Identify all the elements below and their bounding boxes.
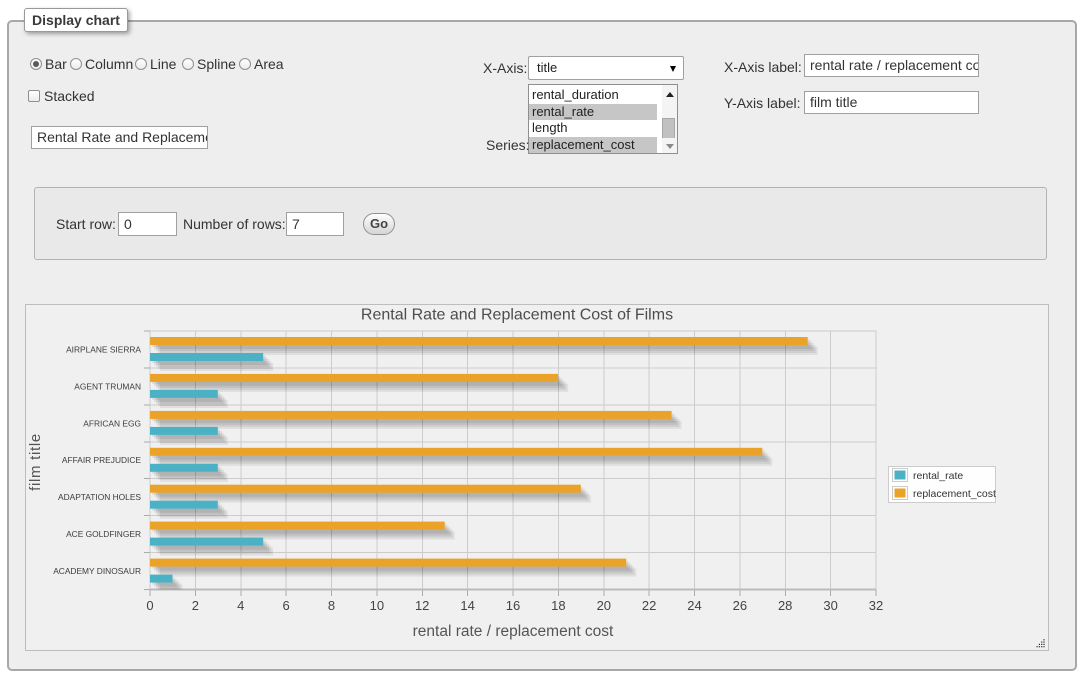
svg-text:18: 18 bbox=[551, 598, 565, 613]
svg-text:AGENT TRUMAN: AGENT TRUMAN bbox=[74, 381, 141, 391]
svg-text:Rental Rate and Replacement Co: Rental Rate and Replacement Cost of Film… bbox=[361, 307, 673, 324]
svg-text:rental rate / replacement cost: rental rate / replacement cost bbox=[413, 623, 614, 640]
svg-text:6: 6 bbox=[282, 598, 289, 613]
svg-text:AFFAIR PREJUDICE: AFFAIR PREJUDICE bbox=[62, 455, 142, 465]
svg-text:2: 2 bbox=[192, 598, 199, 613]
svg-text:22: 22 bbox=[642, 598, 656, 613]
svg-text:28: 28 bbox=[778, 598, 792, 613]
svg-text:10: 10 bbox=[370, 598, 384, 613]
svg-text:14: 14 bbox=[460, 598, 474, 613]
svg-text:ACADEMY DINOSAUR: ACADEMY DINOSAUR bbox=[53, 566, 141, 576]
svg-text:24: 24 bbox=[687, 598, 701, 613]
svg-text:20: 20 bbox=[597, 598, 611, 613]
svg-text:ADAPTATION HOLES: ADAPTATION HOLES bbox=[58, 492, 141, 502]
svg-text:32: 32 bbox=[869, 598, 883, 613]
svg-text:replacement_cost: replacement_cost bbox=[913, 488, 996, 500]
svg-text:12: 12 bbox=[415, 598, 429, 613]
svg-text:0: 0 bbox=[146, 598, 153, 613]
svg-text:8: 8 bbox=[328, 598, 335, 613]
svg-text:4: 4 bbox=[237, 598, 244, 613]
svg-text:AIRPLANE SIERRA: AIRPLANE SIERRA bbox=[66, 345, 141, 355]
svg-text:rental_rate: rental_rate bbox=[913, 470, 963, 482]
svg-text:film title: film title bbox=[27, 433, 44, 491]
svg-text:AFRICAN EGG: AFRICAN EGG bbox=[83, 418, 141, 428]
svg-text:26: 26 bbox=[733, 598, 747, 613]
svg-text:30: 30 bbox=[823, 598, 837, 613]
svg-text:16: 16 bbox=[506, 598, 520, 613]
svg-text:ACE GOLDFINGER: ACE GOLDFINGER bbox=[66, 529, 141, 539]
